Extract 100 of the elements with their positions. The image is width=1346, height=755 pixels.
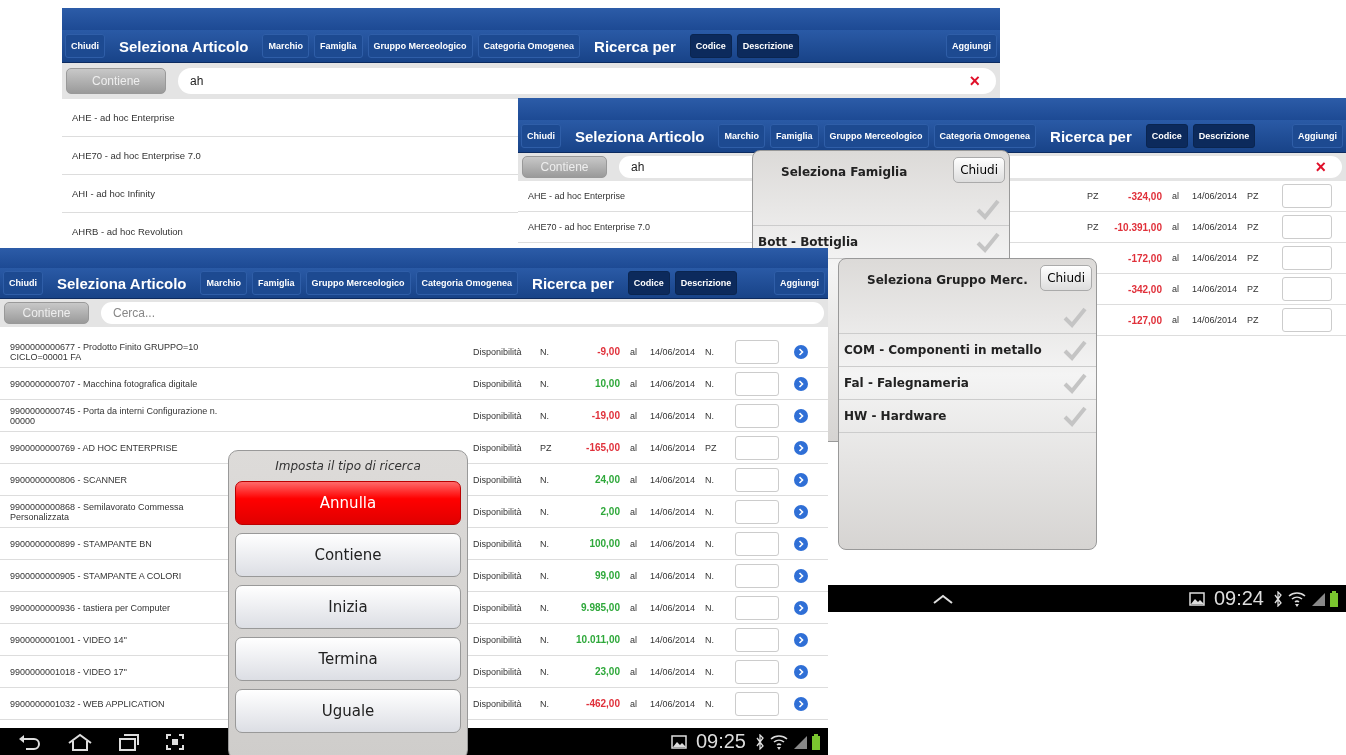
date-prefix: al: [1171, 222, 1180, 232]
search-by-label: Ricerca per: [1049, 127, 1133, 145]
quantity-value: 2,00: [599, 506, 620, 517]
quantity-value: 24,00: [593, 474, 620, 485]
availability-label: Disponibilità: [473, 506, 523, 517]
availability-label: Disponibilità: [473, 538, 523, 549]
date-value: 14/06/2014: [1192, 253, 1239, 263]
availability-label: Disponibilità: [473, 634, 523, 645]
search-by-label: Ricerca per: [593, 37, 677, 55]
dialog-title: Seleziona Articolo: [574, 127, 706, 145]
date-value: 14/06/2014: [1192, 315, 1239, 325]
unit-label: N.: [705, 474, 715, 485]
date-value: 14/06/2014: [1192, 191, 1239, 201]
date-prefix: al: [1171, 284, 1180, 294]
date-value: 14/06/2014: [650, 698, 697, 709]
availability-label: Disponibilità: [473, 474, 523, 485]
quantity-value: -165,00: [585, 442, 620, 453]
unit-label: PZ: [1087, 222, 1100, 232]
unit-label: N.: [705, 570, 715, 581]
unit-label: N.: [540, 570, 550, 581]
quantity-value: -127,00: [1127, 314, 1162, 326]
unit-label: N.: [540, 602, 550, 613]
unit-label: N.: [540, 538, 550, 549]
article-name: 9900000001001 - VIDEO 14'': [10, 634, 129, 645]
article-name: AHE70 - ad hoc Enterprise 7.0: [72, 150, 202, 161]
date-prefix: al: [629, 506, 638, 517]
article-name: 9900000000899 - STAMPANTE BN: [10, 538, 153, 549]
availability-label: Disponibilità: [473, 666, 523, 677]
availability-label: Disponibilità: [473, 442, 523, 453]
unit-label: PZ: [1247, 284, 1260, 294]
availability-label: Disponibilità: [473, 410, 523, 421]
unit-label: N.: [540, 378, 550, 389]
date-prefix: al: [629, 538, 638, 549]
date-prefix: al: [629, 666, 638, 677]
date-value: 14/06/2014: [650, 570, 697, 581]
unit-label: N.: [540, 410, 550, 421]
date-prefix: al: [629, 698, 638, 709]
unit-label: N.: [705, 378, 715, 389]
date-prefix: al: [629, 442, 638, 453]
quantity-value: -342,00: [1127, 283, 1162, 295]
quantity-value: 100,00: [588, 538, 620, 549]
date-prefix: al: [1171, 253, 1180, 263]
unit-label: N.: [540, 346, 550, 357]
quantity-value: -9,00: [596, 346, 620, 357]
quantity-value: 10.011,00: [575, 634, 620, 645]
date-prefix: al: [629, 474, 638, 485]
date-prefix: al: [1171, 315, 1180, 325]
article-name: AHE70 - ad hoc Enterprise 7.0: [528, 222, 652, 232]
date-prefix: al: [629, 602, 638, 613]
unit-label: PZ: [1247, 253, 1260, 263]
article-name: 9900000001018 - VIDEO 17'': [10, 666, 129, 677]
date-prefix: al: [629, 410, 638, 421]
unit-label: N.: [705, 346, 715, 357]
date-value: 14/06/2014: [1192, 222, 1239, 232]
dialog-title: Seleziona Articolo: [56, 274, 188, 292]
availability-label: Disponibilità: [473, 698, 523, 709]
unit-label: N.: [705, 538, 715, 549]
article-name: 9900000000868 - Semilavorato Commessa Personalizzata: [10, 501, 185, 522]
article-name: 9900000000745 - Porta da interni Configurazione n. 00000: [10, 405, 219, 426]
date-prefix: al: [629, 346, 638, 357]
quantity-value: 9.985,00: [580, 602, 620, 613]
article-name: 9900000000769 - AD HOC ENTERPRISE: [10, 442, 179, 453]
article-name: 9900000000707 - Macchina fotografica digitale: [10, 378, 199, 389]
availability-label: Disponibilità: [473, 346, 523, 357]
availability-label: Disponibilità: [473, 602, 523, 613]
date-value: 14/06/2014: [650, 602, 697, 613]
article-name: AHE - ad hoc Enterprise: [528, 191, 627, 201]
date-prefix: al: [629, 570, 638, 581]
unit-label: N.: [705, 506, 715, 517]
unit-label: N.: [705, 410, 715, 421]
unit-label: PZ: [1247, 222, 1260, 232]
unit-label: N.: [540, 506, 550, 517]
unit-label: PZ: [540, 442, 553, 453]
quantity-value: -19,00: [590, 410, 620, 421]
popup-title: Seleziona Famiglia: [780, 164, 908, 179]
clock: 09:25: [695, 730, 746, 753]
unit-label: PZ: [1247, 191, 1260, 201]
date-prefix: al: [629, 634, 638, 645]
article-name: 9900000000806 - SCANNER: [10, 474, 129, 485]
quantity-value: -172,00: [1127, 252, 1162, 264]
date-value: 14/06/2014: [650, 410, 697, 421]
date-value: 14/06/2014: [650, 346, 697, 357]
date-value: 14/06/2014: [650, 634, 697, 645]
search-by-label: Ricerca per: [531, 274, 615, 292]
date-value: 14/06/2014: [650, 474, 697, 485]
article-name: 9900000001032 - WEB APPLICATION: [10, 698, 166, 709]
quantity-value: -462,00: [585, 698, 620, 709]
unit-label: PZ: [705, 442, 718, 453]
dialog-title: Seleziona Articolo: [118, 37, 250, 55]
date-value: 14/06/2014: [650, 442, 697, 453]
date-prefix: al: [629, 378, 638, 389]
unit-label: PZ: [1247, 315, 1260, 325]
article-name: AHRB - ad hoc Revolution: [72, 226, 184, 237]
article-name: 9900000000936 - tastiera per Computer: [10, 602, 172, 613]
unit-label: N.: [540, 698, 550, 709]
clock: 09:24: [1213, 587, 1264, 610]
unit-label: N.: [705, 634, 715, 645]
dialog-title: Imposta il tipo di ricerca: [274, 458, 422, 473]
quantity-value: -10.391,00: [1113, 221, 1162, 233]
unit-label: N.: [705, 666, 715, 677]
